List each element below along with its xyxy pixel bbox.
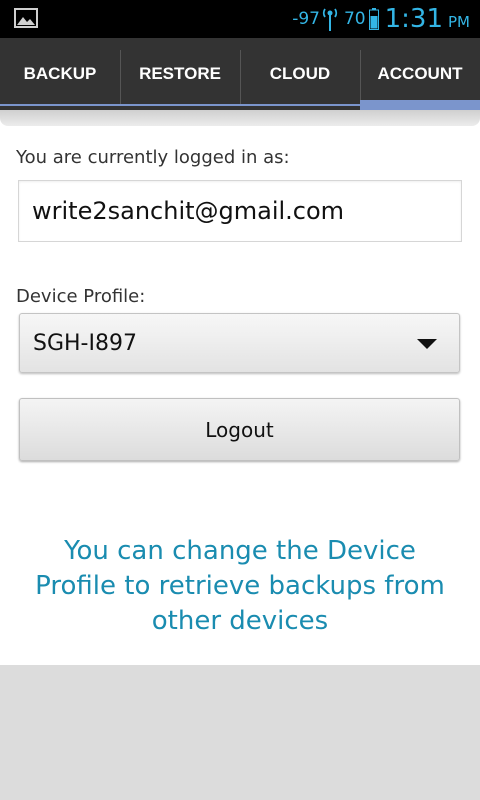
device-profile-info-text: You can change the Device Profile to ret… [35, 536, 445, 636]
email-field: write2sanchit@gmail.com [18, 180, 462, 242]
logged-in-label: You are currently logged in as: [16, 147, 290, 168]
status-bar: -97 70 1:31 PM [0, 0, 480, 38]
device-profile-dropdown[interactable]: SGH-I897 [19, 313, 460, 373]
battery-icon [368, 8, 379, 30]
account-panel: You are currently logged in as: write2sa… [0, 110, 480, 665]
tab-backup[interactable]: BACKUP [0, 38, 120, 110]
battery-level-text: 70 [343, 9, 366, 29]
clock-time: 1:31 [384, 4, 443, 34]
clock-ampm: PM [448, 13, 470, 31]
device-profile-label: Device Profile: [16, 286, 146, 307]
gallery-notification-icon [14, 8, 38, 28]
signal-antenna-icon [322, 8, 338, 31]
email-value: write2sanchit@gmail.com [32, 197, 345, 225]
logout-button[interactable]: Logout [19, 398, 460, 461]
panel-top-shadow [0, 110, 480, 126]
tab-active-indicator [360, 100, 480, 110]
tab-restore[interactable]: RESTORE [120, 38, 240, 110]
dropdown-arrow-icon [417, 339, 437, 349]
signal-strength-text: -97 [292, 9, 320, 29]
tab-cloud[interactable]: CLOUD [240, 38, 360, 110]
device-profile-value: SGH-I897 [33, 330, 137, 356]
